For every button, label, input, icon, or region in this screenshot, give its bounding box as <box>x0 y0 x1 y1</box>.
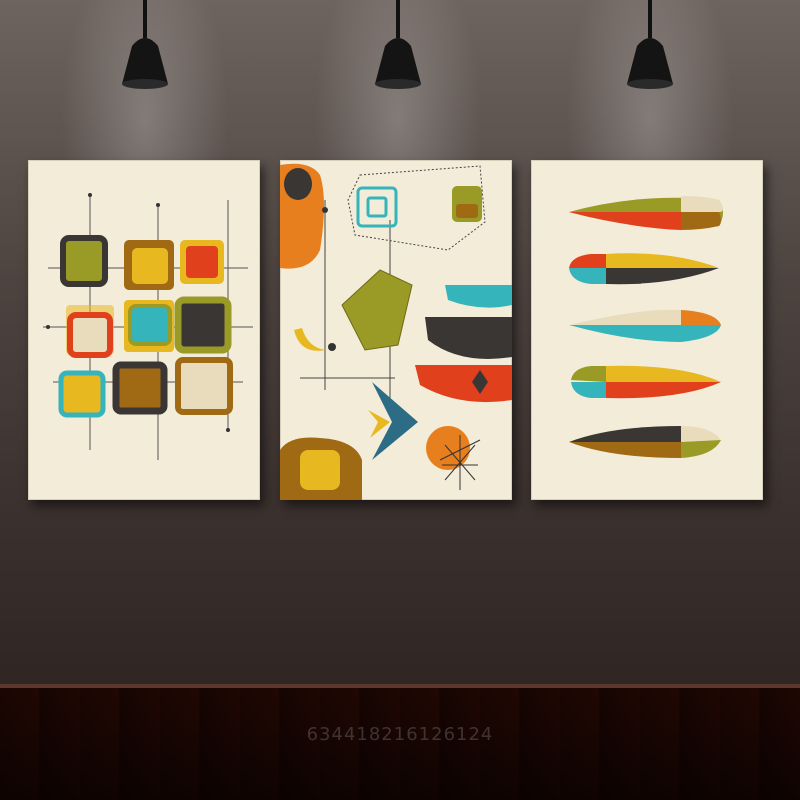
left-lamp-icon <box>122 0 168 89</box>
middle-panel <box>280 160 512 500</box>
middle-lamp-icon <box>375 0 421 89</box>
right-lamp-icon <box>627 0 673 89</box>
watermark-text: 634418216126124 <box>306 724 494 745</box>
leaves-artwork <box>569 196 723 458</box>
left-panel <box>28 160 260 500</box>
gallery-scene: 634418216126124 <box>0 0 800 800</box>
squares-artwork <box>43 193 253 460</box>
right-panel <box>531 160 763 500</box>
atomic-artwork <box>280 163 512 500</box>
